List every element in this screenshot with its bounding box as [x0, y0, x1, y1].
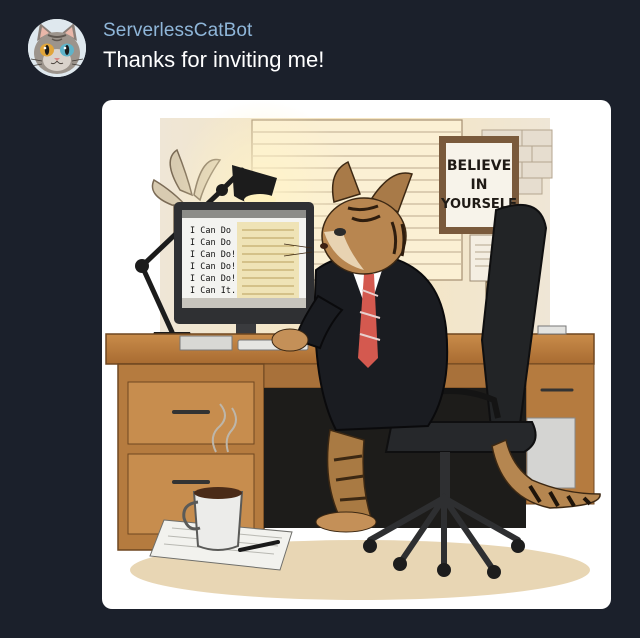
screen-line-4: I Can Do! — [190, 262, 236, 272]
cat-at-desk-illustration: BELIEVE IN YOURSELF I Can Do I Can Do I … — [105, 100, 601, 600]
chat-message: ServerlessCatBot Thanks for inviting me! — [0, 0, 640, 638]
screen-line-5: I Can Do! — [190, 274, 236, 284]
poster-line-2: IN — [471, 177, 488, 193]
avatar[interactable] — [28, 19, 86, 77]
cat-face-icon — [28, 19, 86, 77]
screen-line-1: I Can Do — [190, 226, 231, 236]
screen-line-3: I Can Do! — [190, 250, 236, 260]
image-attachment[interactable]: BELIEVE IN YOURSELF I Can Do I Can Do I … — [102, 100, 611, 609]
computer-monitor: I Can Do I Can Do I Can Do! I Can Do! I … — [174, 202, 314, 340]
poster-line-1: BELIEVE — [447, 158, 511, 174]
author-name[interactable]: ServerlessCatBot — [103, 20, 252, 42]
screen-line-2: I Can Do — [190, 238, 231, 248]
message-text: Thanks for inviting me! — [103, 47, 325, 72]
screen-line-6: I Can It. — [190, 286, 236, 296]
